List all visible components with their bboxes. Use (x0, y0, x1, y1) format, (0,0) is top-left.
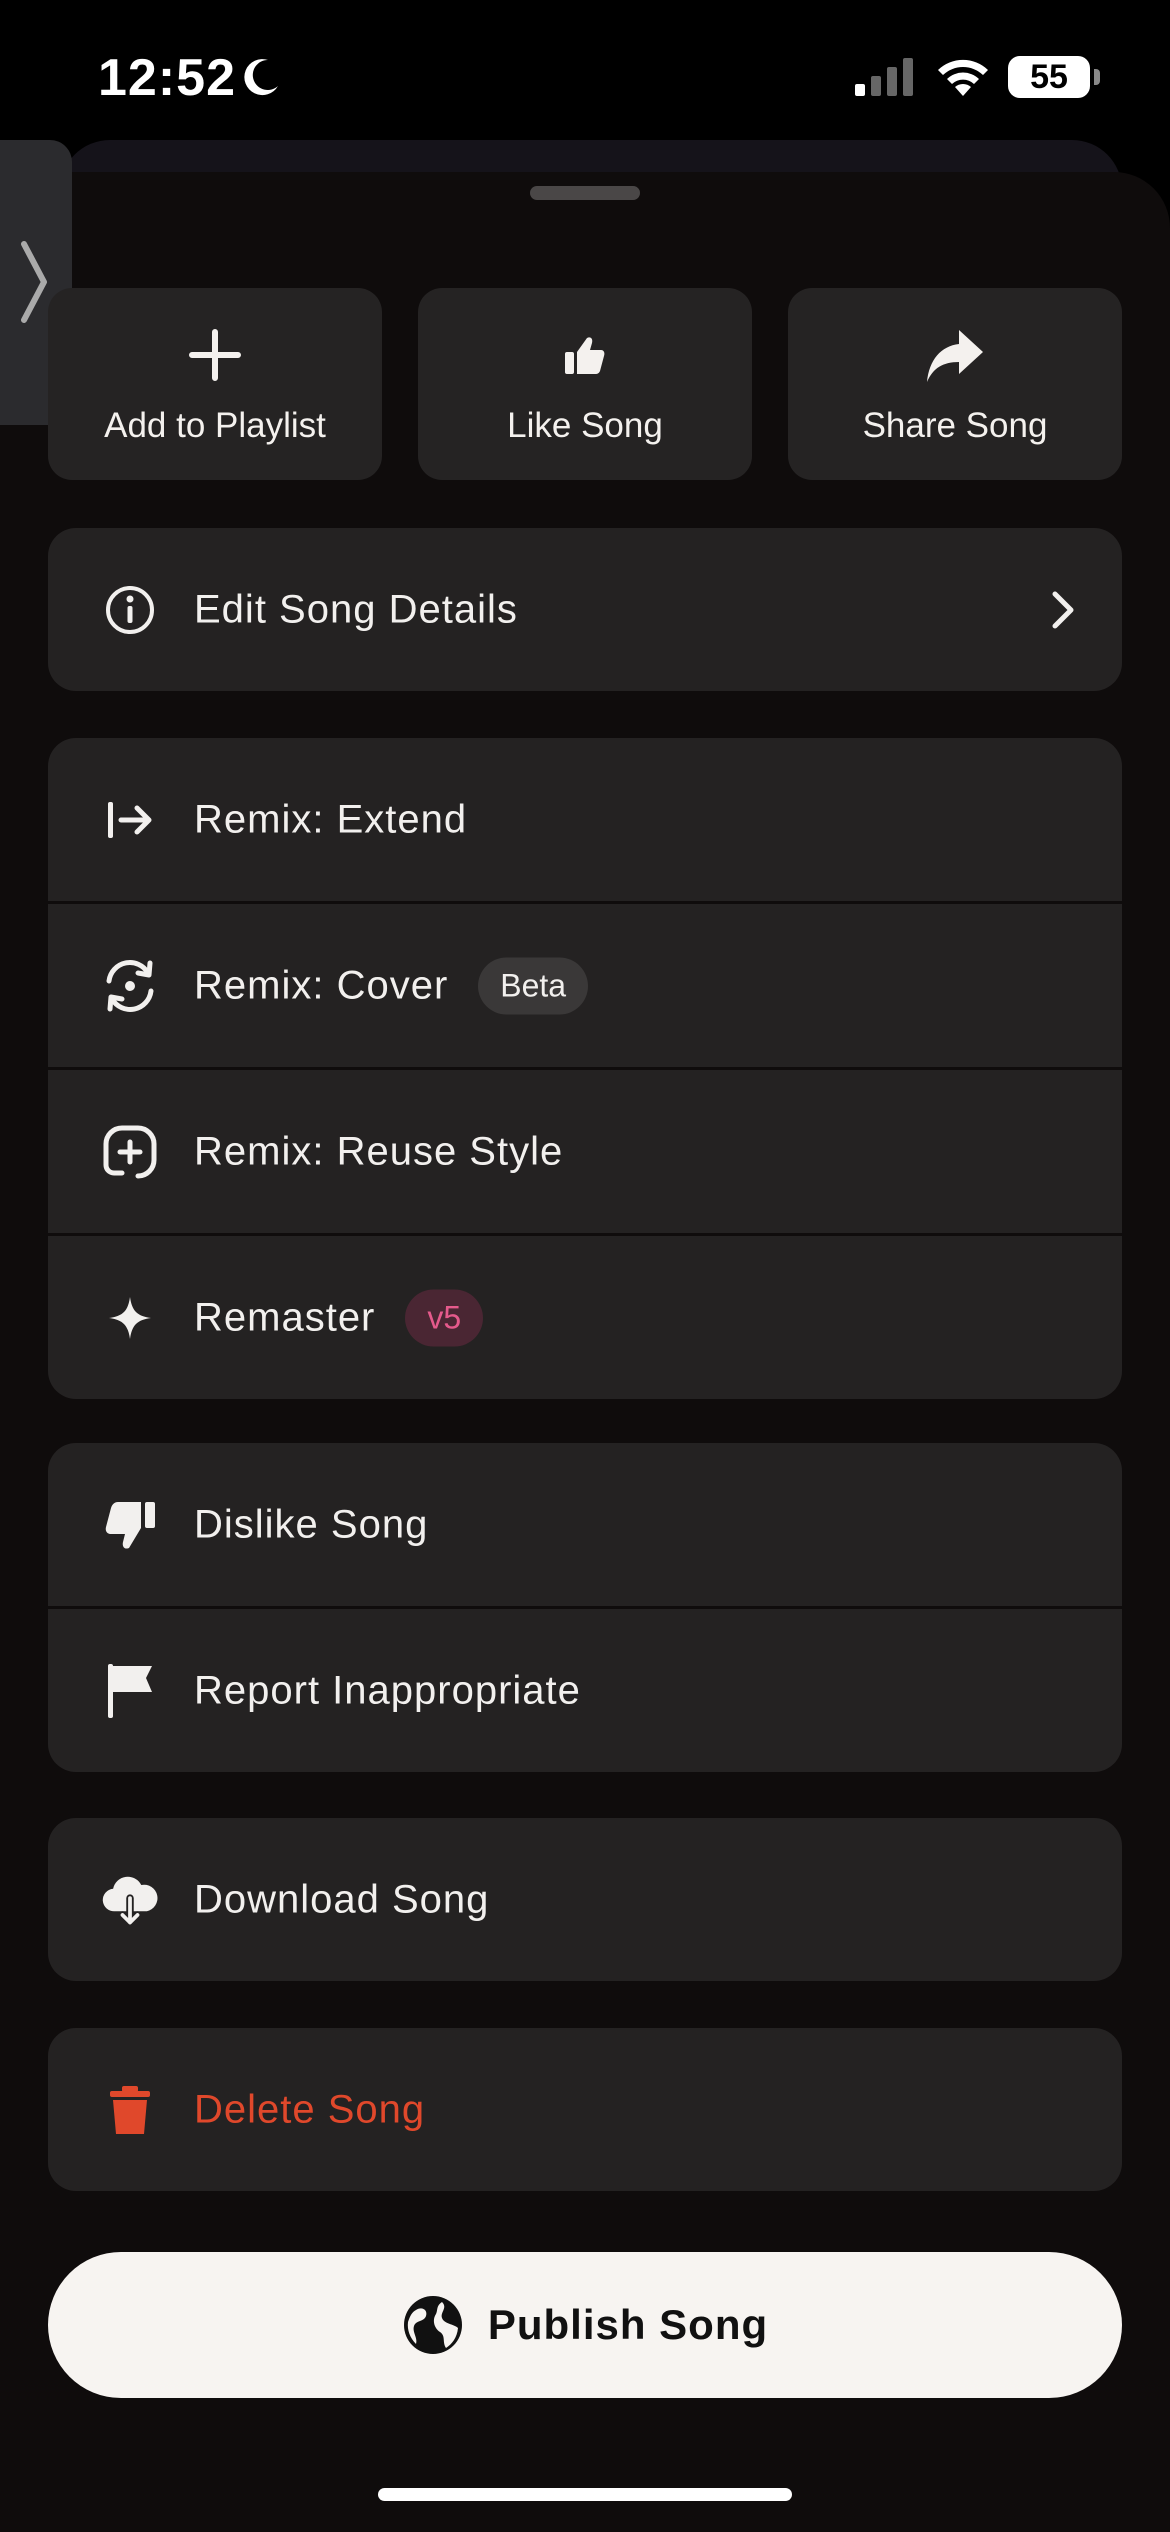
battery-indicator: 55 (1008, 56, 1100, 98)
globe-icon (403, 2296, 462, 2354)
extend-arrow-icon (108, 801, 152, 838)
wifi-icon (938, 59, 988, 96)
home-indicator (378, 2488, 792, 2501)
chevron-right-icon (1052, 591, 1074, 628)
remix-cover-label: Remix: Cover Beta (194, 957, 589, 1014)
remix-reuse-style-label: Remix: Reuse Style (194, 1129, 564, 1173)
edit-song-details-label: Edit Song Details (194, 587, 518, 631)
download-song-label: Download Song (194, 1877, 490, 1921)
share-arrow-icon (927, 330, 983, 382)
download-card: Download Song (48, 1818, 1122, 1981)
add-to-playlist-button[interactable]: Add to Playlist (48, 288, 382, 480)
remix-cover-row[interactable]: Remix: Cover Beta (48, 901, 1122, 1067)
remaster-text: Remaster (194, 1295, 376, 1339)
share-song-label: Share Song (862, 406, 1048, 445)
dislike-song-row[interactable]: Dislike Song (48, 1443, 1122, 1606)
status-bar: 12:52 55 (0, 0, 1170, 150)
moon-icon (244, 59, 278, 96)
thumbs-down-icon (105, 1501, 155, 1549)
delete-song-label: Delete Song (194, 2087, 426, 2131)
feedback-card: Dislike Song Report Inappropriate (48, 1443, 1122, 1772)
edit-song-details-row[interactable]: Edit Song Details (48, 528, 1122, 691)
status-time: 12:52 (98, 49, 236, 107)
trash-icon (110, 2085, 150, 2134)
remix-card: Remix: Extend Remix: Cover Beta Remix: R… (48, 738, 1122, 1399)
cover-cycle-icon (106, 959, 154, 1012)
remaster-row[interactable]: Remaster v5 (48, 1233, 1122, 1399)
sparkle-icon (109, 1296, 151, 1339)
info-icon (106, 585, 154, 634)
version-badge: v5 (405, 1289, 484, 1346)
beta-badge: Beta (478, 957, 589, 1014)
cellular-signal-icon (855, 58, 913, 96)
remix-reuse-style-row[interactable]: Remix: Reuse Style (48, 1067, 1122, 1233)
delete-card: Delete Song (48, 2028, 1122, 2191)
remix-extend-label: Remix: Extend (194, 797, 468, 841)
report-inappropriate-row[interactable]: Report Inappropriate (48, 1606, 1122, 1772)
publish-song-button[interactable]: Publish Song (48, 2252, 1122, 2398)
remaster-label: Remaster v5 (194, 1289, 484, 1346)
flag-icon (108, 1663, 152, 1718)
chevron-right-icon (21, 241, 47, 323)
thumbs-up-icon (565, 337, 605, 374)
plus-icon (189, 329, 241, 381)
reuse-style-icon (103, 1125, 157, 1178)
like-song-label: Like Song (507, 406, 663, 445)
report-inappropriate-label: Report Inappropriate (194, 1668, 581, 1712)
download-song-row[interactable]: Download Song (48, 1818, 1122, 1981)
add-to-playlist-label: Add to Playlist (104, 406, 326, 445)
dislike-song-label: Dislike Song (194, 1502, 429, 1546)
share-song-button[interactable]: Share Song (788, 288, 1122, 480)
sheet-grabber[interactable] (530, 186, 640, 200)
publish-song-label: Publish Song (487, 2301, 769, 2348)
cloud-download-icon (102, 1876, 158, 1926)
edit-details-card: Edit Song Details (48, 528, 1122, 691)
like-song-button[interactable]: Like Song (418, 288, 752, 480)
delete-song-row[interactable]: Delete Song (48, 2028, 1122, 2191)
remix-cover-text: Remix: Cover (194, 963, 449, 1007)
remix-extend-row[interactable]: Remix: Extend (48, 738, 1122, 901)
